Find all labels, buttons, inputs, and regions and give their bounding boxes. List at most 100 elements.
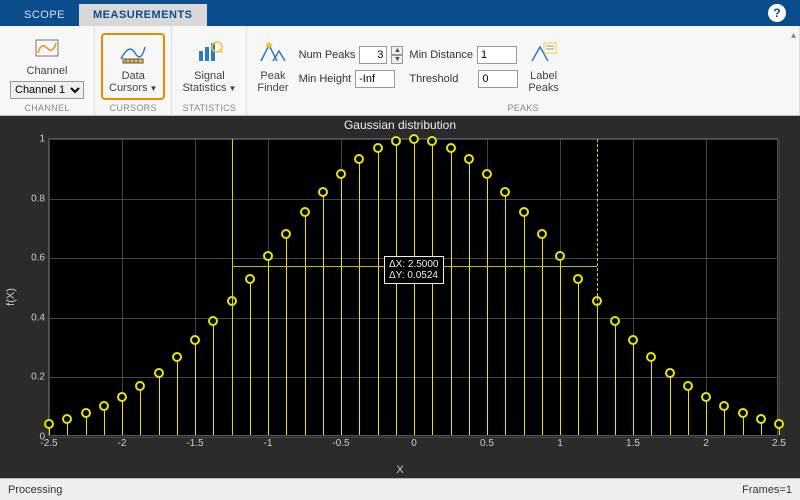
data-marker[interactable]: [208, 316, 218, 326]
data-marker[interactable]: [482, 169, 492, 179]
data-marker[interactable]: [154, 368, 164, 378]
data-marker[interactable]: [519, 207, 529, 217]
data-marker[interactable]: [610, 316, 620, 326]
data-marker[interactable]: [683, 381, 693, 391]
group-statistics: SignalStatistics▼ STATISTICS: [172, 26, 247, 115]
data-marker[interactable]: [573, 274, 583, 284]
label-peaks-label: LabelPeaks: [528, 70, 559, 94]
data-marker[interactable]: [172, 352, 182, 362]
threshold-label: Threshold: [409, 73, 458, 85]
tab-strip: SCOPE MEASUREMENTS ?: [0, 0, 800, 26]
data-marker[interactable]: [81, 408, 91, 418]
data-cursors-label: DataCursors▼: [109, 70, 157, 94]
data-marker[interactable]: [537, 229, 547, 239]
status-left: Processing: [8, 484, 62, 496]
signal-statistics-icon: [195, 39, 223, 67]
plot-canvas[interactable]: 00.20.40.60.81-2.5-2-1.5-1-0.500.511.522…: [48, 138, 778, 436]
data-marker[interactable]: [117, 392, 127, 402]
min-distance-label: Min Distance: [409, 49, 473, 61]
peak-finder-label: PeakFinder: [257, 70, 288, 94]
data-marker[interactable]: [409, 134, 419, 144]
data-marker[interactable]: [464, 154, 474, 164]
help-icon[interactable]: ?: [768, 4, 786, 22]
channel-selector[interactable]: Channel Channel 1: [6, 32, 88, 100]
data-marker[interactable]: [190, 335, 200, 345]
x-tick: 2.5: [772, 438, 786, 449]
y-tick: 0.8: [31, 193, 45, 204]
x-tick: -1: [264, 438, 273, 449]
num-peaks-up[interactable]: ▲: [391, 46, 403, 55]
data-marker[interactable]: [99, 401, 109, 411]
num-peaks-input[interactable]: [359, 46, 387, 64]
data-marker[interactable]: [373, 143, 383, 153]
data-marker[interactable]: [300, 207, 310, 217]
data-marker[interactable]: [446, 143, 456, 153]
x-tick: 1.5: [626, 438, 640, 449]
cursor-dx: ΔX: 2.5000: [389, 259, 439, 270]
data-marker[interactable]: [263, 251, 273, 261]
data-marker[interactable]: [701, 392, 711, 402]
data-marker[interactable]: [756, 414, 766, 424]
channel-dropdown[interactable]: Channel 1: [10, 81, 84, 99]
x-tick: -0.5: [332, 438, 349, 449]
cursor-dy: ΔY: 0.0524: [389, 270, 438, 281]
data-marker[interactable]: [44, 419, 54, 429]
group-label-cursors: CURSORS: [101, 103, 165, 113]
data-marker[interactable]: [555, 251, 565, 261]
group-channel: Channel Channel 1 CHANNEL: [0, 26, 95, 115]
data-marker[interactable]: [245, 274, 255, 284]
data-marker[interactable]: [427, 136, 437, 146]
ribbon: Channel Channel 1 CHANNEL DataCursors▼ C…: [0, 26, 800, 116]
threshold-input[interactable]: [478, 70, 518, 88]
peak-finder-icon: [259, 39, 287, 67]
y-tick: 0.2: [31, 372, 45, 383]
status-right: Frames=1: [742, 484, 792, 496]
signal-statistics-button[interactable]: SignalStatistics▼: [178, 37, 240, 96]
data-marker[interactable]: [738, 408, 748, 418]
peak-fields-col2: Min Distance Threshold: [409, 44, 518, 90]
data-cursors-button[interactable]: DataCursors▼: [105, 37, 161, 96]
num-peaks-down[interactable]: ▼: [391, 55, 403, 64]
data-marker[interactable]: [354, 154, 364, 164]
y-tick: 0.4: [31, 312, 45, 323]
min-height-label: Min Height: [299, 73, 352, 85]
data-marker[interactable]: [281, 229, 291, 239]
data-cursors-highlight: DataCursors▼: [101, 33, 165, 100]
x-tick: -2.5: [40, 438, 57, 449]
cursor-line-2[interactable]: [597, 139, 598, 435]
data-marker[interactable]: [135, 381, 145, 391]
data-marker[interactable]: [774, 419, 784, 429]
peak-fields-col1: Num Peaks ▲▼ Min Height: [299, 44, 404, 90]
data-marker[interactable]: [336, 169, 346, 179]
data-marker[interactable]: [665, 368, 675, 378]
data-marker[interactable]: [628, 335, 638, 345]
group-label-channel: CHANNEL: [6, 103, 88, 113]
tab-measurements[interactable]: MEASUREMENTS: [79, 4, 207, 26]
chart-title: Gaussian distribution: [0, 116, 800, 132]
data-marker[interactable]: [318, 187, 328, 197]
channel-icon: [33, 34, 61, 62]
data-marker[interactable]: [719, 401, 729, 411]
min-distance-input[interactable]: [477, 46, 517, 64]
num-peaks-label: Num Peaks: [299, 49, 356, 61]
channel-label: Channel: [27, 65, 68, 77]
data-marker[interactable]: [500, 187, 510, 197]
chart-area: Gaussian distribution f(X) X 00.20.40.60…: [0, 116, 800, 478]
data-marker[interactable]: [391, 136, 401, 146]
tab-scope[interactable]: SCOPE: [10, 4, 79, 26]
data-cursors-icon: [119, 39, 147, 67]
min-height-input[interactable]: [355, 70, 395, 88]
peak-finder-button[interactable]: PeakFinder: [253, 37, 292, 96]
status-bar: Processing Frames=1: [0, 478, 800, 500]
data-marker[interactable]: [62, 414, 72, 424]
cursor-line-1[interactable]: [232, 139, 233, 435]
ribbon-collapse-icon[interactable]: ▴: [791, 30, 796, 41]
group-peaks: PeakFinder Num Peaks ▲▼ Min Height Min D…: [247, 26, 800, 115]
cursor-readout[interactable]: ΔX: 2.5000ΔY: 0.0524: [384, 256, 444, 284]
x-tick: 1: [557, 438, 563, 449]
signal-statistics-label: SignalStatistics▼: [182, 70, 236, 94]
x-tick: -1.5: [186, 438, 203, 449]
group-cursors: DataCursors▼ CURSORS: [95, 26, 172, 115]
data-marker[interactable]: [646, 352, 656, 362]
label-peaks-button[interactable]: LabelPeaks: [524, 37, 563, 96]
